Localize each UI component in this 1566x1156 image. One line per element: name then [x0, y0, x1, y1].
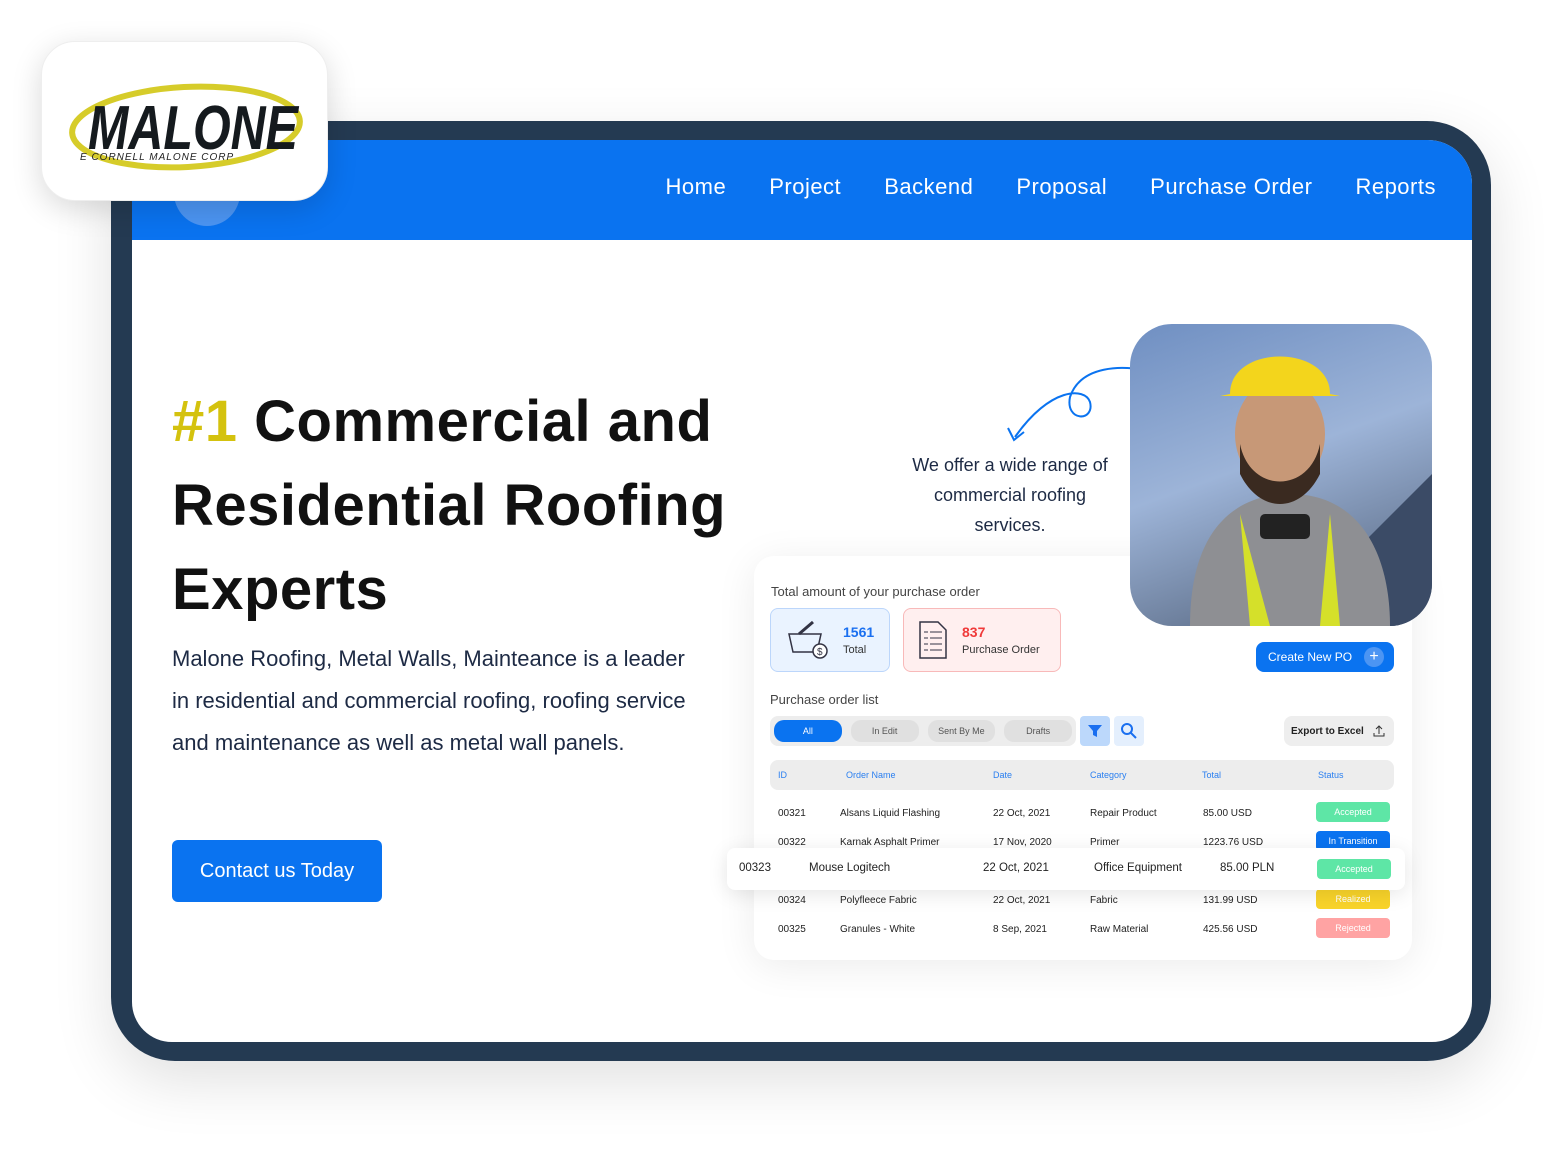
- cell-total: 85.00 PLN: [1220, 862, 1275, 874]
- cell-id: 00322: [778, 837, 806, 848]
- filter-button[interactable]: [1080, 716, 1110, 746]
- cell-category: Repair Product: [1090, 808, 1157, 819]
- summary-label: Total amount of your purchase order: [771, 584, 980, 599]
- hero-line-3: Experts: [172, 557, 389, 622]
- col-status: Status: [1318, 770, 1344, 780]
- cell-date: 8 Sep, 2021: [993, 924, 1047, 935]
- filter-tabs: All In Edit Sent By Me Drafts: [770, 716, 1076, 746]
- table-row[interactable]: 00325 Granules - White 8 Sep, 2021 Raw Mate…: [770, 918, 1394, 942]
- basket-dollar-icon: $: [788, 620, 828, 659]
- tab-drafts[interactable]: Drafts: [1004, 720, 1072, 742]
- export-label: Export to Excel: [1291, 725, 1364, 737]
- cell-date: 22 Oct, 2021: [983, 862, 1049, 874]
- search-button[interactable]: [1114, 716, 1144, 746]
- cell-date: 22 Oct, 2021: [993, 808, 1051, 819]
- plus-icon: +: [1364, 647, 1384, 667]
- table-row-highlighted[interactable]: 00323 Mouse Logitech 22 Oct, 2021 Office…: [727, 848, 1405, 890]
- status-badge: Rejected: [1316, 918, 1390, 938]
- status-badge: Realized: [1316, 889, 1390, 909]
- cell-total: 425.56 USD: [1203, 924, 1258, 935]
- cell-category: Raw Material: [1090, 924, 1149, 935]
- nav-home[interactable]: Home: [666, 174, 727, 200]
- cell-total: 1223.76 USD: [1203, 837, 1264, 848]
- table-header: ID Order Name Date Category Total Status: [770, 760, 1394, 790]
- cell-date: 17 Nov, 2020: [993, 837, 1052, 848]
- stat-total: $ 1561 Total: [770, 608, 890, 672]
- stat-po-value: 837: [962, 624, 986, 640]
- cell-category: Fabric: [1090, 895, 1118, 906]
- worker-photo: [1130, 324, 1432, 626]
- cell-total: 85.00 USD: [1203, 808, 1252, 819]
- stat-total-value: 1561: [843, 624, 875, 640]
- nav-bar: Home Project Backend Proposal Purchase O…: [132, 140, 1472, 240]
- cell-date: 22 Oct, 2021: [993, 895, 1051, 906]
- cell-id: 00323: [739, 862, 771, 874]
- create-label: Create New PO: [1268, 650, 1353, 664]
- cell-id: 00325: [778, 924, 806, 935]
- document-list-icon: [919, 621, 947, 659]
- col-date: Date: [993, 770, 1013, 780]
- cell-name: Granules - White: [840, 924, 916, 935]
- hero-title: #1 Commercial and Residential Roofing Ex…: [172, 380, 726, 632]
- cell-id: 00321: [778, 808, 806, 819]
- logo[interactable]: MALONE E CORNELL MALONE CORP: [41, 41, 328, 201]
- cell-name: Karnak Asphalt Primer: [840, 837, 940, 848]
- cell-total: 131.99 USD: [1203, 895, 1258, 906]
- upload-icon: [1373, 725, 1385, 737]
- hero-line-2: Residential Roofing: [172, 473, 727, 538]
- cell-name: Mouse Logitech: [809, 862, 891, 874]
- table-row[interactable]: 00324 Polyfleece Fabric 22 Oct, 2021 Fabric…: [770, 889, 1394, 913]
- offer-text: We offer a wide range of commercial roof…: [912, 455, 1108, 535]
- hero-line-1: Commercial and: [254, 389, 713, 454]
- stat-total-label: Total: [843, 644, 867, 656]
- cell-id: 00324: [778, 895, 806, 906]
- cell-category: Primer: [1090, 837, 1120, 848]
- table-row[interactable]: 00321 Alsans Liquid Flashing 22 Oct, 2021 R…: [770, 802, 1394, 826]
- hero-number: #1: [172, 389, 238, 454]
- col-total: Total: [1202, 770, 1222, 780]
- list-label: Purchase order list: [770, 692, 879, 707]
- nav-purchase-order[interactable]: Purchase Order: [1150, 174, 1312, 200]
- filter-icon: [1088, 725, 1102, 737]
- hero-description: Malone Roofing, Metal Walls, Mainteance …: [172, 646, 686, 755]
- nav-project[interactable]: Project: [769, 174, 841, 200]
- cell-name: Alsans Liquid Flashing: [840, 808, 941, 819]
- create-new-po-button[interactable]: Create New PO +: [1256, 642, 1394, 672]
- svg-text:$: $: [817, 647, 823, 658]
- export-excel-button[interactable]: Export to Excel: [1284, 716, 1394, 746]
- stat-po: 837 Purchase Order: [903, 608, 1061, 672]
- tab-in-edit[interactable]: In Edit: [850, 720, 919, 742]
- col-id: ID: [778, 770, 787, 780]
- stat-po-label: Purchase Order: [962, 644, 1040, 656]
- tab-all[interactable]: All: [774, 720, 842, 742]
- contact-button[interactable]: Contact us Today: [172, 840, 382, 902]
- cell-category: Office Equipment: [1094, 862, 1183, 874]
- cell-name: Polyfleece Fabric: [840, 895, 917, 906]
- search-icon: [1121, 723, 1137, 739]
- col-category: Category: [1090, 770, 1127, 780]
- nav-proposal[interactable]: Proposal: [1016, 174, 1107, 200]
- nav-reports[interactable]: Reports: [1355, 174, 1436, 200]
- tab-sent-by-me[interactable]: Sent By Me: [927, 720, 996, 742]
- status-badge: Accepted: [1316, 802, 1390, 822]
- nav-backend[interactable]: Backend: [884, 174, 973, 200]
- svg-text:E CORNELL MALONE CORP: E CORNELL MALONE CORP: [80, 152, 234, 163]
- col-order-name: Order Name: [846, 770, 896, 780]
- status-badge: Accepted: [1317, 859, 1391, 879]
